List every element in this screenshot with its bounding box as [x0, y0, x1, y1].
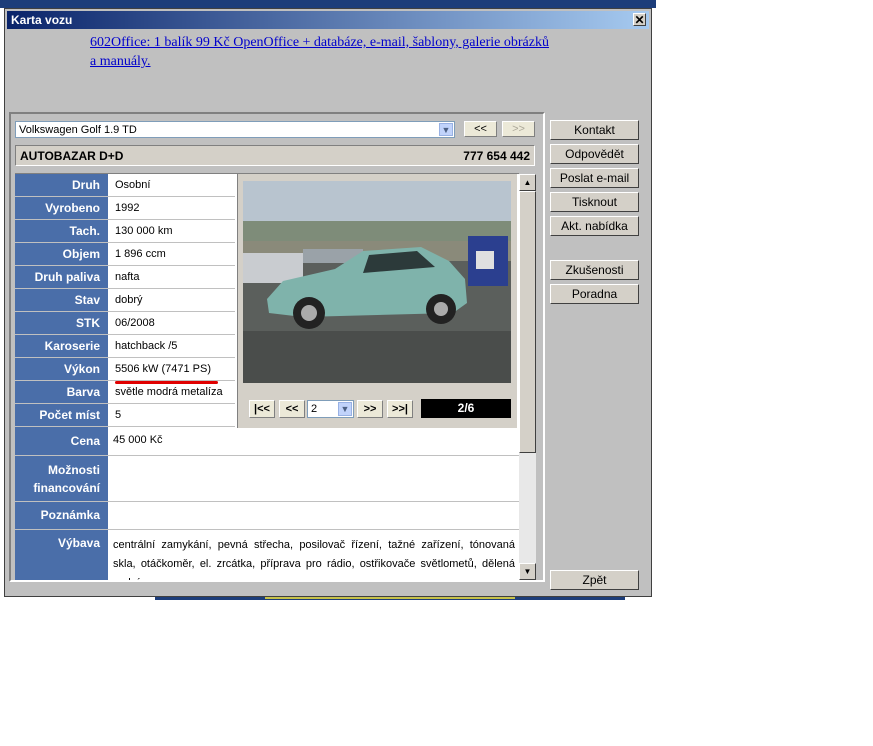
detail-value: světle modrá metalíza	[115, 386, 223, 398]
detail-value: nafta	[115, 271, 140, 283]
detail-row: Karoserie hatchback /5	[15, 335, 235, 358]
previous-vehicle-button[interactable]: <<	[464, 121, 497, 137]
detail-row: Stav dobrý	[15, 289, 235, 312]
detail-row: Druh paliva nafta	[15, 266, 235, 289]
next-photo-button[interactable]: >>	[357, 400, 383, 418]
chevron-down-icon[interactable]: ▼	[439, 123, 453, 136]
detail-value: hatchback /5	[115, 340, 178, 352]
detail-row: Barva světle modrá metalíza	[15, 381, 235, 404]
detail-label: Druh paliva	[15, 266, 108, 288]
detail-row: Objem 1 896 ccm	[15, 243, 235, 266]
detail-label: Počet míst	[15, 404, 108, 426]
price-label: Cena	[15, 427, 108, 455]
red-underline-annotation	[115, 381, 218, 384]
first-photo-button[interactable]: |<<	[249, 400, 275, 418]
experiences-button[interactable]: Zkušenosti	[550, 260, 639, 280]
detail-label: Karoserie	[15, 335, 108, 357]
detail-row: Druh Osobní	[15, 174, 235, 197]
note-label: Poznámka	[15, 502, 108, 529]
close-button[interactable]: ✕	[633, 13, 646, 26]
reply-button[interactable]: Odpovědět	[550, 144, 639, 164]
price-value: 45 000 Kč	[113, 434, 163, 446]
equipment-label: Výbava	[15, 530, 108, 580]
vehicle-select[interactable]: Volkswagen Golf 1.9 TD ▼	[15, 121, 455, 138]
vehicle-select-value: Volkswagen Golf 1.9 TD	[19, 124, 137, 136]
window-title: Karta vozu	[11, 13, 73, 27]
previous-photo-button[interactable]: <<	[279, 400, 305, 418]
detail-value: dobrý	[115, 294, 143, 306]
dealer-name: AUTOBAZAR D+D	[20, 149, 124, 163]
detail-label: Výkon	[15, 358, 108, 380]
detail-label: Objem	[15, 243, 108, 265]
detail-label: Barva	[15, 381, 108, 403]
send-email-button[interactable]: Poslat e-mail	[550, 168, 639, 188]
detail-label: STK	[15, 312, 108, 334]
dealer-bar: AUTOBAZAR D+D 777 654 442	[15, 145, 535, 166]
detail-row: Vyrobeno 1992	[15, 197, 235, 220]
chevron-down-icon[interactable]: ▼	[338, 402, 352, 416]
equipment-value: centrální zamykání, pevná střecha, posil…	[113, 539, 515, 580]
scroll-up-icon[interactable]: ▲	[519, 174, 536, 191]
detail-label: Vyrobeno	[15, 197, 108, 219]
detail-row: Tach. 130 000 km	[15, 220, 235, 243]
car-photo	[243, 181, 511, 383]
advice-button[interactable]: Poradna	[550, 284, 639, 304]
financing-label: Možnosti financování	[15, 456, 108, 501]
current-offer-button[interactable]: Akt. nabídka	[550, 216, 639, 236]
detail-value: 1 896 ccm	[115, 248, 166, 260]
financing-row: Možnosti financování	[15, 456, 519, 502]
scroll-down-icon[interactable]: ▼	[519, 563, 536, 580]
detail-value: 1992	[115, 202, 140, 214]
detail-label: Druh	[15, 174, 108, 196]
detail-row: STK 06/2008	[15, 312, 235, 335]
details-scrollbar[interactable]: ▲ ▼	[519, 174, 536, 580]
back-button[interactable]: Zpět	[550, 570, 639, 590]
title-bar: Karta vozu ✕	[7, 11, 649, 29]
contact-button[interactable]: Kontakt	[550, 120, 639, 140]
photo-counter: 2/6	[421, 399, 511, 418]
advertisement-link[interactable]: 602Office: 1 balík 99 Kč OpenOffice + da…	[90, 33, 550, 71]
detail-row: Výkon 5506 kW (7471 PS)	[15, 358, 235, 381]
last-photo-button[interactable]: >>|	[387, 400, 413, 418]
photo-page-select[interactable]: 2 ▼	[307, 400, 354, 418]
detail-value: 06/2008	[115, 317, 155, 329]
detail-label: Tach.	[15, 220, 108, 242]
photo-page-value: 2	[311, 403, 318, 415]
next-vehicle-button[interactable]: >>	[502, 121, 535, 137]
detail-row: Počet míst 5	[15, 404, 235, 427]
note-row: Poznámka	[15, 502, 519, 530]
print-button[interactable]: Tisknout	[550, 192, 639, 212]
background-tab-strip	[0, 0, 656, 8]
detail-value: 5	[115, 409, 122, 421]
price-row: Cena 45 000 Kč	[15, 427, 519, 456]
detail-value: 130 000 km	[115, 225, 173, 237]
detail-label: Stav	[15, 289, 108, 311]
equipment-row: Výbava centrální zamykání, pevná střecha…	[15, 530, 519, 580]
detail-value: 5506 kW (7471 PS)	[115, 363, 211, 375]
dealer-phone: 777 654 442	[463, 149, 530, 163]
scrollbar-thumb[interactable]	[519, 191, 536, 453]
detail-value: Osobní	[115, 179, 151, 191]
